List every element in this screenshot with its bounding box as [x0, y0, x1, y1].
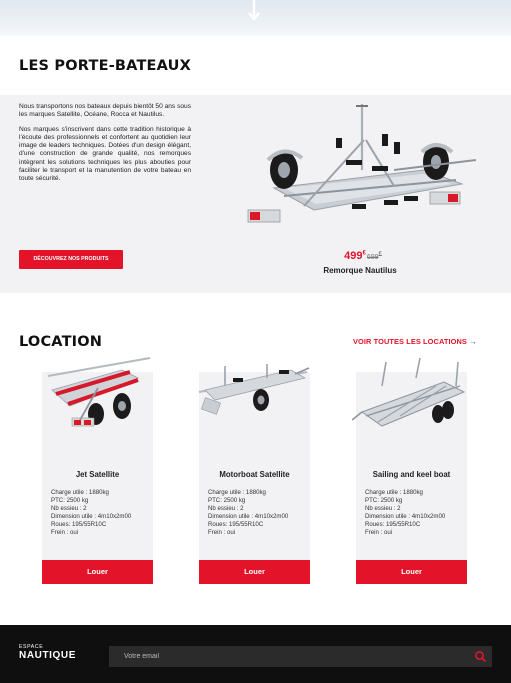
card-title[interactable]: Motorboat Satellite [199, 470, 310, 479]
price: 499€699€ [318, 246, 408, 262]
rental-card: Motorboat Satellite Charge utile : 1880k… [198, 364, 310, 584]
description-paragraph: Nos marques s'inscrivent dans cette trad… [19, 125, 191, 183]
espace-nautique-logo[interactable]: ESPACE NAUTIQUE [19, 644, 76, 661]
rent-button[interactable]: Louer [356, 560, 467, 584]
arrow-down-icon[interactable] [247, 0, 261, 24]
discover-products-button[interactable]: DÉCOUVREZ NOS PRODUITS [19, 250, 123, 269]
logo-main-text: NAUTIQUE [19, 650, 77, 661]
email-input[interactable] [109, 646, 469, 667]
trailer-motorboat-satellite-image[interactable] [195, 356, 311, 438]
card-specs: Charge utile : 1880kg PTC: 2500 kg Nb es… [208, 489, 288, 536]
card-specs: Charge utile : 1880kg PTC: 2500 kg Nb es… [51, 489, 131, 536]
see-all-locations-link[interactable]: VOIR TOUTES LES LOCATIONS → [353, 337, 477, 346]
price-old: 699€ [366, 251, 382, 261]
trailer-jet-satellite-image[interactable] [38, 356, 154, 438]
spec-line: Frein : oui [208, 528, 236, 536]
newsletter-form [109, 646, 492, 667]
price-new: 499€ [344, 250, 366, 262]
spec-line: Dimension utile : 4m10x2m00 [51, 512, 132, 520]
card-title[interactable]: Jet Satellite [42, 470, 153, 479]
spec-line: Nb essieu : 2 [51, 504, 87, 512]
rental-card: Jet Satellite Charge utile : 1880kg PTC:… [42, 357, 153, 584]
rent-button[interactable]: Louer [42, 560, 153, 584]
trailer-nautilus-image[interactable] [244, 100, 476, 238]
spec-line: Frein : oui [365, 528, 393, 536]
spec-line: Roues: 195/55R10C [208, 520, 264, 528]
spec-line: Charge utile : 1880kg [208, 489, 266, 496]
spec-line: PTC: 2500 kg [365, 496, 403, 504]
spec-line: Charge utile : 1880kg [51, 489, 109, 496]
description-paragraph: Nous transportons nos bateaux depuis bie… [19, 103, 191, 119]
spec-line: Roues: 195/55R10C [365, 520, 421, 528]
spec-line: Charge utile : 1880kg [365, 489, 423, 496]
spec-line: Dimension utile : 4m10x2m00 [365, 512, 446, 520]
spec-line: Frein : oui [51, 528, 79, 536]
spec-line: Nb essieu : 2 [208, 504, 244, 512]
porte-bateaux-description: Nous transportons nos bateaux depuis bie… [19, 103, 191, 184]
spec-line: PTC: 2500 kg [208, 496, 246, 504]
card-title[interactable]: Sailing and keel boat [356, 470, 467, 479]
spec-line: Roues: 195/55R10C [51, 520, 107, 528]
spec-line: PTC: 2500 kg [51, 496, 89, 504]
spec-line: Nb essieu : 2 [365, 504, 401, 512]
spec-line: Dimension utile : 4m10x2m00 [208, 512, 289, 520]
rental-card: Sailing and keel boat Charge utile : 188… [352, 357, 467, 584]
arrow-right-icon: → [469, 337, 477, 346]
trailer-sailing-keel-boat-image[interactable] [352, 356, 468, 438]
section-title-porte-bateaux: LES PORTE-BATEAUX [19, 58, 191, 74]
search-icon[interactable] [474, 650, 487, 663]
rent-button[interactable]: Louer [199, 560, 310, 584]
section-title-location: LOCATION [19, 334, 103, 350]
card-specs: Charge utile : 1880kg PTC: 2500 kg Nb es… [365, 489, 445, 536]
product-name[interactable]: Remorque Nautilus [300, 266, 420, 275]
